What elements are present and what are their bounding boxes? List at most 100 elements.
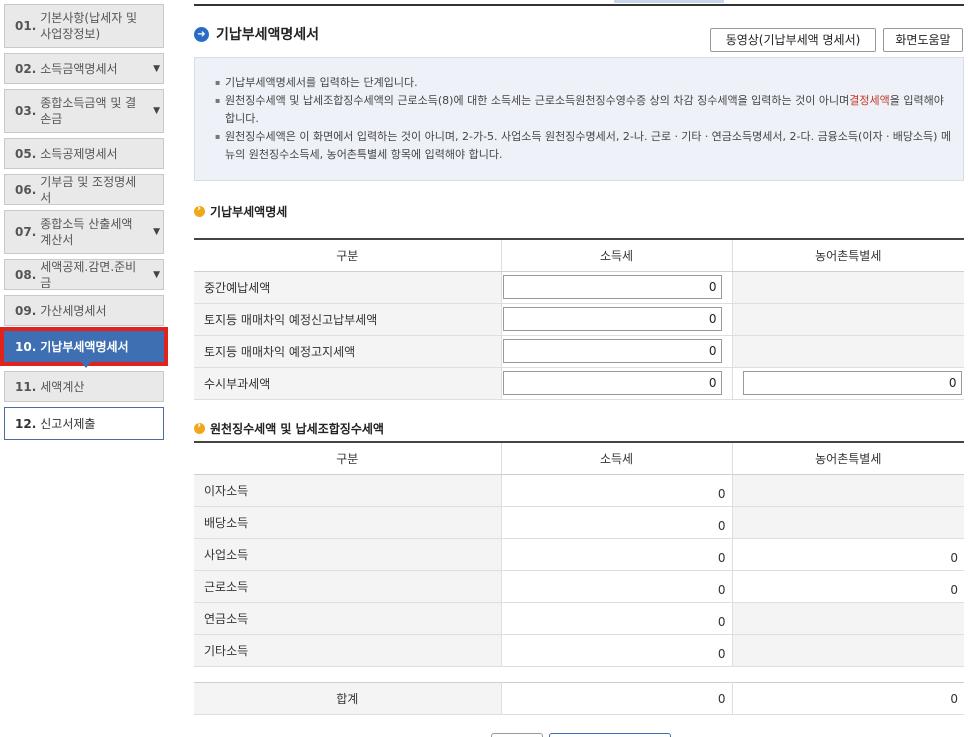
step-item-01[interactable]: 01. 기본사항(납세자 및 사업장정보) [4,4,164,48]
step-number: 12. [15,416,37,431]
table-row: 기타소득 0 [194,634,964,667]
withholding-tax-table: 구분 소득세 농어촌특별세 이자소득 0 배당소득 0 사업소득 0 0 근로소… [194,441,964,667]
income-tax-input[interactable] [502,371,722,395]
step-number: 03. [15,104,37,118]
income-tax-input[interactable] [502,307,722,331]
row-label: 근로소득 [194,570,501,603]
top-divider [194,4,964,6]
section-bullet-icon [194,203,205,217]
table-row: 근로소득 0 0 [194,570,964,603]
row-label: 배당소득 [194,506,501,539]
table-row: 토지등 매매차익 예정신고납부세액 [194,303,964,336]
step-item-12[interactable]: 12. 신고서제출 [4,407,164,440]
step-item-09[interactable]: 09. 가산세명세서 [4,295,164,326]
step-label: 세액계산 [40,379,85,394]
current-step-arrow-icon [81,362,91,368]
prepaid-tax-table: 구분 소득세 농어촌특별세 중간예납세액 토지등 매매차익 예정신고납부세액 토… [194,238,964,400]
chevron-down-icon[interactable]: ▼ [153,61,160,77]
income-tax-input[interactable] [502,339,722,363]
income-tax-value: 0 [500,474,732,507]
step-number: 11. [15,379,37,394]
income-tax-cell [500,367,732,400]
step-number: 02. [15,61,37,76]
rural-tax-value [731,506,964,539]
step-label: 기본사항(납세자 및 사업장정보) [40,11,138,41]
step-number: 06. [15,182,37,197]
total-row: 합계 0 0 [194,682,964,715]
table-row: 사업소득 0 0 [194,538,964,571]
rural-tax-value [731,602,964,635]
rural-tax-input[interactable] [742,371,962,395]
column-header: 구분 [194,442,501,475]
row-label: 기타소득 [194,634,501,667]
column-header: 소득세 [500,442,732,475]
chevron-down-icon[interactable]: ▼ [153,103,160,119]
bottom-button-edge[interactable] [491,733,543,737]
step-number: 01. [15,19,37,33]
step-label: 기부금 및 조정명세서 [40,174,137,205]
income-tax-value: 0 [500,538,732,571]
step-label: 가산세명세서 [40,303,107,318]
rural-tax-value [731,634,964,667]
step-item-06[interactable]: 06. 기부금 및 조정명세서 [4,174,164,205]
step-label: 소득공제명세서 [40,146,118,161]
step-number: 07. [15,225,37,239]
row-label: 연금소득 [194,602,501,635]
info-line: 기납부세액명세서를 입력하는 단계입니다. [215,74,953,92]
step-label: 기납부세액명세서 [40,339,129,354]
row-label: 토지등 매매차익 예정고지세액 [194,335,501,368]
step-number: 05. [15,146,37,161]
income-tax-cell [500,303,732,336]
info-line: 원천징수세액은 이 화면에서 입력하는 것이 아니며, 2-가-5. 사업소득 … [215,128,953,164]
column-header: 구분 [194,239,501,272]
step-number: 10. [15,339,37,354]
rural-tax-value: 0 [731,538,964,571]
table-row: 연금소득 0 [194,602,964,635]
total-label: 합계 [194,682,501,715]
step-label: 세액공제.감면.준비금 [40,259,137,290]
row-label: 토지등 매매차익 예정신고납부세액 [194,303,501,336]
rural-tax-cell [731,335,964,368]
income-tax-value: 0 [500,602,732,635]
table-row: 토지등 매매차익 예정고지세액 [194,335,964,368]
rural-tax-value: 0 [731,570,964,603]
rural-tax-cell [731,367,964,400]
table-header-row: 구분 소득세 농어촌특별세 [194,239,964,272]
table-row: 중간예납세액 [194,271,964,304]
rural-tax-value [731,474,964,507]
row-label: 사업소득 [194,538,501,571]
step-item-03[interactable]: 03. 종합소득금액 및 결손금 ▼ [4,89,164,133]
column-header: 농어촌특별세 [731,239,964,272]
total-table: 합계 0 0 [194,682,964,715]
step-sidebar: 01. 기본사항(납세자 및 사업장정보) 02. 소득금액명세서 ▼ 03. 종합소득… [0,4,168,445]
help-button[interactable]: 화면도움말 [883,28,963,52]
page-header: ➜ 기납부세액명세서 동영상(기납부세액 명세서) 화면도움말 [194,24,964,52]
table-row: 수시부과세액 [194,367,964,400]
section-title-withholding: 원천징수세액 및 납세조합징수세액 [194,420,384,437]
step-label: 신고서제출 [40,416,96,431]
table-row: 이자소득 0 [194,474,964,507]
step-item-08[interactable]: 08. 세액공제.감면.준비금 ▼ [4,259,164,290]
section-bullet-icon [194,420,205,434]
step-item-05[interactable]: 05. 소득공제명세서 [4,138,164,169]
step-item-11[interactable]: 11. 세액계산 [4,371,164,402]
bottom-primary-button-edge[interactable] [549,733,671,737]
income-tax-value: 0 [500,506,732,539]
total-income-tax: 0 [500,682,732,715]
step-item-10-active[interactable]: 10. 기납부세액명세서 [0,327,168,368]
chevron-down-icon[interactable]: ▼ [153,267,160,283]
chevron-down-icon[interactable]: ▼ [153,224,160,240]
rural-tax-cell [731,303,964,336]
column-header: 소득세 [500,239,732,272]
rural-tax-cell [731,271,964,304]
top-tab-indicator [614,0,724,3]
income-tax-input[interactable] [502,275,722,299]
step-label: 종합소득 산출세액계산서 [40,217,133,247]
video-button[interactable]: 동영상(기납부세액 명세서) [710,28,876,52]
step-item-02[interactable]: 02. 소득금액명세서 ▼ [4,53,164,84]
section-title-prepaid: 기납부세액명세 [194,203,287,220]
step-number: 08. [15,267,37,282]
column-header: 농어촌특별세 [731,442,964,475]
row-label: 중간예납세액 [194,271,501,304]
step-item-07[interactable]: 07. 종합소득 산출세액계산서 ▼ [4,210,164,254]
